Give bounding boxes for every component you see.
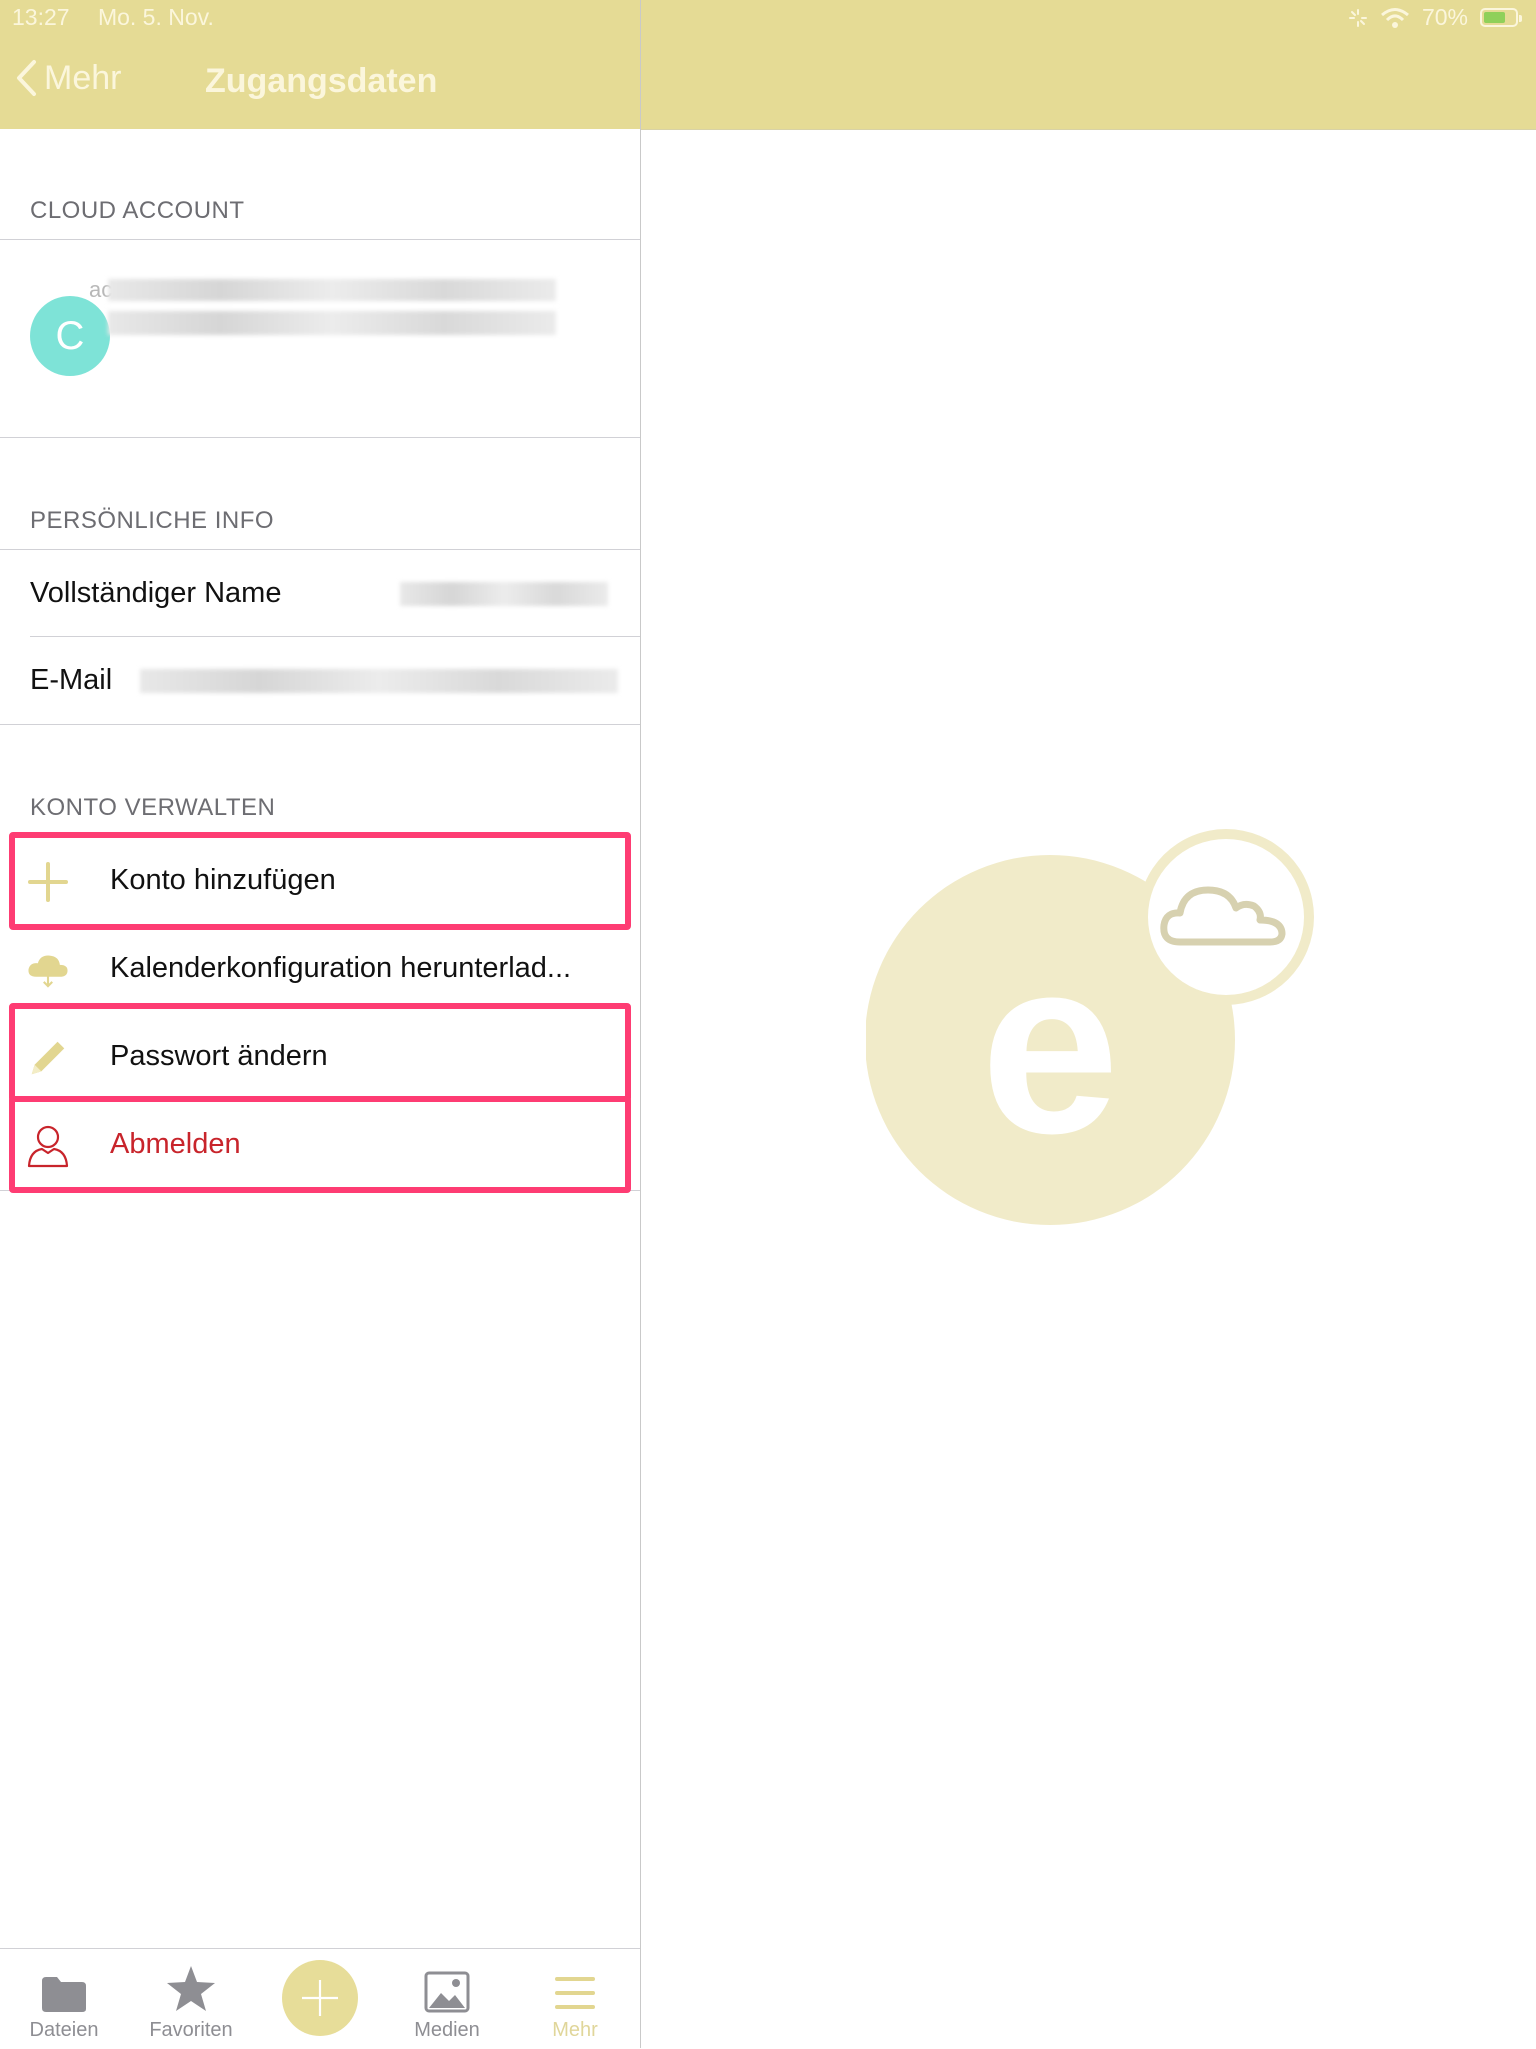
wifi-icon [1380, 7, 1409, 28]
cloud-download-icon [26, 948, 70, 992]
page-title: Zugangsdaten [205, 62, 438, 100]
status-date: Mo. 5. Nov. [97, 4, 214, 30]
plus-icon [302, 1980, 338, 2016]
status-time: 13:27 [12, 4, 70, 30]
activity-icon [1348, 8, 1367, 27]
change-password-label: Passwort ändern [110, 1040, 328, 1072]
image-icon [387, 1963, 507, 2013]
email-row[interactable]: E-Mail [0, 637, 640, 723]
folder-icon [4, 1963, 124, 2013]
tab-more-label: Mehr [552, 2019, 598, 2041]
status-left: 13:27 Mo. 5. Nov. [12, 4, 214, 31]
change-password-button[interactable]: Passwort ändern [0, 1014, 640, 1102]
email-label: E-Mail [30, 663, 113, 696]
tab-favorites-label: Favoriten [149, 2019, 233, 2041]
account-name-blurred [108, 279, 556, 301]
cloud-account-row[interactable]: C ac [0, 239, 640, 437]
add-account-button[interactable]: Konto hinzufügen [0, 838, 640, 926]
plus-icon [26, 860, 70, 904]
tab-files-label: Dateien [29, 2019, 99, 2041]
battery-percent: 70% [1421, 4, 1468, 30]
detail-nav-border [641, 129, 1536, 130]
navigation-bar: 13:27 Mo. 5. Nov. 70% Mehr Zugangsdaten [0, 0, 1536, 129]
menu-icon [515, 1963, 635, 2013]
back-button[interactable]: Mehr [14, 58, 121, 98]
logout-label: Abmelden [110, 1128, 241, 1160]
person-icon [26, 1124, 70, 1168]
download-calendar-button[interactable]: Kalenderkonfiguration herunterlad... [0, 926, 640, 1014]
add-button[interactable] [282, 1960, 358, 2036]
settings-list: CLOUD ACCOUNT C ac PERSÖNLICHE INFO Voll… [0, 129, 640, 1948]
section-header-manage-account: KONTO VERWALTEN [30, 794, 276, 821]
full-name-label: Vollständiger Name [30, 576, 282, 609]
logout-button[interactable]: Abmelden [0, 1102, 640, 1190]
add-account-label: Konto hinzufügen [110, 864, 336, 896]
download-calendar-label: Kalenderkonfiguration herunterlad... [110, 952, 572, 984]
tab-media[interactable]: Medien [387, 1963, 507, 2042]
account-email-blurred [108, 311, 556, 335]
tab-media-label: Medien [414, 2019, 480, 2041]
status-right: 70% [1348, 4, 1522, 31]
full-name-value-blurred [400, 582, 608, 606]
section-header-cloud-account: CLOUD ACCOUNT [30, 197, 245, 224]
tab-more[interactable]: Mehr [515, 1963, 635, 2042]
back-label: Mehr [44, 58, 122, 97]
tab-favorites[interactable]: Favoriten [131, 1963, 251, 2042]
full-name-row[interactable]: Vollständiger Name [0, 550, 640, 636]
star-icon [131, 1963, 251, 2013]
separator [0, 1190, 640, 1191]
pencil-icon [26, 1036, 70, 1080]
split-divider [640, 0, 641, 2048]
battery-icon [1480, 8, 1522, 27]
svg-text:e: e [980, 906, 1119, 1185]
separator [0, 437, 640, 438]
separator [0, 724, 640, 725]
ecloud-logo: e [866, 829, 1314, 1225]
chevron-left-icon [17, 60, 36, 96]
avatar: C [30, 296, 110, 376]
tab-bar: Dateien Favoriten Medien Mehr [0, 1948, 640, 2049]
tab-files[interactable]: Dateien [4, 1963, 124, 2042]
section-header-personal-info: PERSÖNLICHE INFO [30, 507, 275, 534]
email-value-blurred [140, 669, 618, 693]
